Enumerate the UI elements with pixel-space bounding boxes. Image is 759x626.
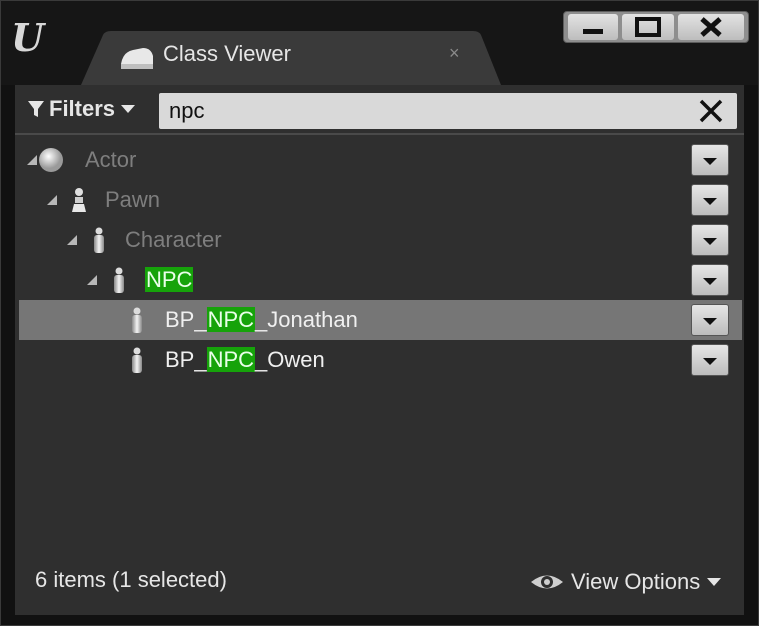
chevron-down-icon	[121, 105, 136, 113]
tab-class-viewer[interactable]: Class Viewer ×	[81, 31, 501, 85]
minimize-button[interactable]	[568, 14, 618, 40]
search-match-highlight: NPC	[206, 347, 256, 372]
search-input[interactable]: npc	[159, 93, 737, 129]
filters-button[interactable]: Filters	[27, 95, 137, 123]
class-name-label: BP_NPC_Owen	[165, 347, 325, 373]
character-icon	[105, 266, 133, 294]
status-text: 6 items (1 selected)	[35, 567, 227, 592]
tree-row[interactable]: Pawn	[19, 180, 742, 220]
window-controls	[563, 11, 749, 43]
class-name-suffix: _Owen	[255, 347, 325, 372]
sphere-icon	[37, 146, 65, 174]
tab-close-button[interactable]: ×	[449, 43, 460, 64]
class-viewer-icon	[119, 42, 155, 72]
class-name-label: Pawn	[105, 187, 160, 213]
chevron-down-icon	[707, 578, 722, 586]
filter-bar: Filters npc	[15, 85, 744, 135]
eye-icon	[531, 575, 563, 589]
class-name-prefix: BP_	[165, 307, 207, 332]
search-value: npc	[169, 98, 205, 123]
row-options-dropdown[interactable]	[691, 224, 729, 256]
character-icon	[123, 346, 151, 374]
view-options-button[interactable]: View Options	[529, 567, 722, 597]
class-name-label: NPC	[145, 267, 194, 293]
class-viewer-window: U Class Viewer × Filters npc Actor Pawn …	[0, 0, 759, 626]
row-options-dropdown[interactable]	[691, 184, 729, 216]
pawn-icon	[65, 186, 93, 214]
character-icon	[85, 226, 113, 254]
class-name-suffix: _Jonathan	[255, 307, 358, 332]
row-options-dropdown[interactable]	[691, 304, 729, 336]
tree-row[interactable]: Character	[19, 220, 742, 260]
character-icon	[123, 306, 151, 334]
clear-search-icon[interactable]	[699, 99, 723, 123]
class-name-suffix: Actor	[85, 147, 137, 172]
expand-arrow-icon[interactable]	[87, 275, 97, 285]
tree-row[interactable]: Actor	[19, 140, 742, 180]
title-bar[interactable]: U Class Viewer ×	[1, 1, 758, 85]
class-name-suffix: Character	[125, 227, 222, 252]
class-name-label: BP_NPC_Jonathan	[165, 307, 358, 333]
row-options-dropdown[interactable]	[691, 144, 729, 176]
class-viewer-panel: Filters npc Actor Pawn Character NPC BP_NPC_…	[15, 85, 744, 615]
close-window-button[interactable]	[678, 14, 744, 40]
expand-arrow-icon[interactable]	[27, 155, 37, 165]
tree-row[interactable]: BP_NPC_Owen	[19, 340, 742, 380]
unreal-logo-icon: U	[11, 15, 44, 60]
tab-title: Class Viewer	[163, 41, 291, 66]
class-name-suffix: Pawn	[105, 187, 161, 212]
expand-arrow-icon[interactable]	[47, 195, 57, 205]
filters-label: Filters	[49, 96, 116, 121]
row-options-dropdown[interactable]	[691, 344, 729, 376]
funnel-icon	[28, 101, 44, 117]
search-match-highlight: NPC	[145, 267, 194, 292]
view-options-label: View Options	[571, 569, 701, 594]
search-match-highlight: NPC	[206, 307, 256, 332]
class-name-prefix: BP_	[165, 347, 207, 372]
maximize-button[interactable]	[622, 14, 674, 40]
class-name-label: Actor	[85, 147, 136, 173]
tree-row[interactable]: BP_NPC_Jonathan	[19, 300, 742, 340]
row-options-dropdown[interactable]	[691, 264, 729, 296]
expand-arrow-icon[interactable]	[67, 235, 77, 245]
tree-row[interactable]: NPC	[19, 260, 742, 300]
class-name-label: Character	[125, 227, 222, 253]
